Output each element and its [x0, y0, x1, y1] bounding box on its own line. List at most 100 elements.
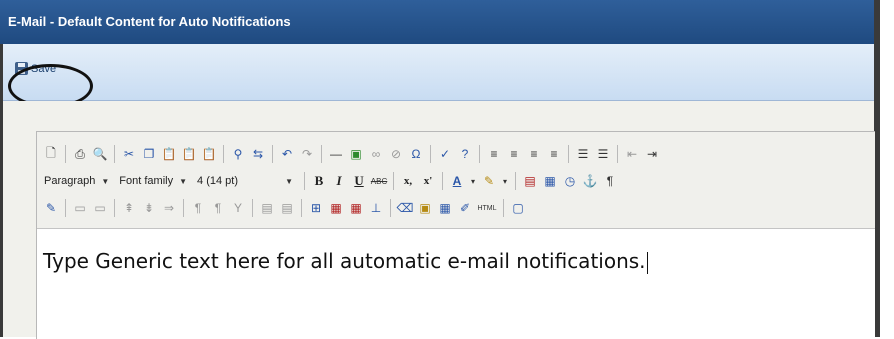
move-forward-icon[interactable]: ⇞	[121, 200, 137, 216]
separator	[304, 172, 306, 190]
outdent-icon[interactable]: ⇤	[624, 146, 640, 162]
pilcrow-icon[interactable]: ¶	[602, 173, 618, 189]
font-size-select[interactable]: 4 (14 pt) ▼	[194, 171, 296, 191]
insert-column-icon[interactable]: ⊥	[368, 200, 384, 216]
fullscreen-icon[interactable]: ▢	[510, 200, 526, 216]
toolbar-row-3: ✎ ▭ ▭ ⇞ ⇟ ⇒ ¶ ¶ Y ▤ ▤ ⊞ ▦ ▦ ⊥ ⌫ ▣ ▦ ✐ HT…	[41, 196, 528, 220]
delete-row-icon[interactable]: ▦	[348, 200, 364, 216]
separator	[617, 145, 618, 163]
print-icon[interactable]: ⎙	[72, 146, 88, 162]
editor-body[interactable]: Type Generic text here for all automatic…	[37, 228, 875, 339]
separator	[301, 199, 302, 217]
move-backward-icon[interactable]: ⇟	[141, 200, 157, 216]
copy-icon[interactable]: ❐	[141, 146, 157, 162]
spellcheck-icon[interactable]: ✓	[437, 146, 453, 162]
edit-css-icon[interactable]: ✎	[43, 200, 59, 216]
separator	[515, 172, 517, 190]
horizontal-rule-icon[interactable]: —	[328, 146, 344, 162]
insert-table-icon[interactable]: ⊞	[308, 200, 324, 216]
redo-icon[interactable]: ↷	[299, 146, 315, 162]
insert-row-icon[interactable]: ▦	[328, 200, 344, 216]
help-icon[interactable]: ?	[457, 146, 473, 162]
insert-media-icon[interactable]: ▤	[522, 173, 538, 189]
superscript-button[interactable]: x'	[420, 173, 436, 189]
row-props-icon[interactable]: ¶	[190, 200, 206, 216]
italic-button[interactable]: I	[331, 173, 347, 189]
insert-date-icon[interactable]: ▦	[542, 173, 558, 189]
separator	[223, 145, 224, 163]
style-props-icon[interactable]: Y	[230, 200, 246, 216]
link-icon[interactable]: ∞	[368, 146, 384, 162]
special-character-icon[interactable]: Ω	[408, 146, 424, 162]
separator	[272, 145, 273, 163]
align-left-icon[interactable]: ≡	[486, 146, 502, 162]
undo-icon[interactable]: ↶	[279, 146, 295, 162]
text-caret	[646, 251, 648, 274]
separator	[503, 199, 504, 217]
editor-text-content: Type Generic text here for all automatic…	[43, 249, 646, 273]
cut-icon[interactable]: ✂	[121, 146, 137, 162]
find-icon[interactable]: ⚲	[230, 146, 246, 162]
align-right-icon[interactable]: ≡	[526, 146, 542, 162]
numbered-list-icon[interactable]: ☰	[595, 146, 611, 162]
bold-button[interactable]: B	[311, 173, 327, 189]
separator	[114, 145, 115, 163]
paste-icon[interactable]: 📋	[161, 146, 177, 162]
absolute-position-icon[interactable]: ⇒	[161, 200, 177, 216]
visual-aid-icon[interactable]: ▦	[437, 200, 453, 216]
separator	[65, 199, 66, 217]
save-button-label: Save	[31, 62, 57, 75]
insert-time-icon[interactable]: ◷	[562, 173, 578, 189]
layer-properties-icon[interactable]: ▭	[92, 200, 108, 216]
cleanup-icon[interactable]: ⌫	[397, 200, 414, 216]
split-cells-icon[interactable]: ▤	[279, 200, 295, 216]
highlight-color-icon[interactable]: ✎	[481, 173, 497, 189]
cell-props-icon[interactable]: ¶	[210, 200, 226, 216]
subscript-button[interactable]: x,	[400, 173, 416, 189]
separator	[568, 145, 569, 163]
chevron-down-icon: ▼	[285, 176, 294, 186]
separator	[442, 172, 444, 190]
unlink-icon[interactable]: ⊘	[388, 146, 404, 162]
align-center-icon[interactable]: ≡	[506, 146, 522, 162]
align-justify-icon[interactable]: ≡	[546, 146, 562, 162]
separator	[65, 145, 66, 163]
floppy-disk-icon	[15, 62, 28, 75]
paste-text-icon[interactable]: 📋	[181, 146, 197, 162]
chevron-down-icon[interactable]: ▾	[469, 173, 477, 189]
save-button[interactable]: Save	[15, 62, 56, 75]
merge-cells-icon[interactable]: ▤	[259, 200, 275, 216]
toolbar-row-1: 🗋 ⎙ 🔍 ✂ ❐ 📋 📋 📋 ⚲ ⇆ ↶ ↷ — ▣ ∞ ⊘ Ω ✓ ? ≡ …	[41, 142, 662, 166]
separator	[252, 199, 253, 217]
action-bar: Save	[3, 44, 874, 101]
template-icon[interactable]: ▣	[417, 200, 433, 216]
underline-button[interactable]: U	[351, 173, 367, 189]
editor-text[interactable]: Type Generic text here for all automatic…	[43, 249, 648, 274]
strikethrough-button[interactable]: ABC	[371, 173, 387, 189]
toolbar-row-2: Paragraph ▼ Font family ▼ 4 (14 pt) ▼ B …	[41, 169, 620, 193]
preview-icon[interactable]: 🔍	[92, 146, 108, 162]
separator	[114, 199, 115, 217]
anchor-icon[interactable]: ⚓	[582, 173, 598, 189]
indent-icon[interactable]: ⇥	[644, 146, 660, 162]
separator	[321, 145, 322, 163]
rich-text-editor: 🗋 ⎙ 🔍 ✂ ❐ 📋 📋 📋 ⚲ ⇆ ↶ ↷ — ▣ ∞ ⊘ Ω ✓ ? ≡ …	[36, 131, 875, 339]
font-family-select[interactable]: Font family ▼	[116, 171, 190, 191]
bullet-list-icon[interactable]: ☰	[575, 146, 591, 162]
replace-icon[interactable]: ⇆	[250, 146, 266, 162]
chevron-down-icon: ▼	[179, 176, 188, 186]
format-select-value: Paragraph	[44, 175, 96, 187]
chevron-down-icon[interactable]: ▾	[501, 173, 509, 189]
insert-layer-icon[interactable]: ▭	[72, 200, 88, 216]
paste-word-icon[interactable]: 📋	[201, 146, 217, 162]
font-family-value: Font family	[119, 175, 174, 187]
remove-format-icon[interactable]: ✐	[457, 200, 473, 216]
chevron-down-icon: ▼	[101, 176, 110, 186]
text-color-icon[interactable]: A	[449, 173, 465, 189]
separator	[183, 199, 184, 217]
new-document-icon[interactable]: 🗋	[43, 146, 59, 162]
html-source-button[interactable]: HTML	[477, 200, 497, 216]
image-icon[interactable]: ▣	[348, 146, 364, 162]
window-title: E-Mail - Default Content for Auto Notifi…	[0, 0, 874, 44]
format-select[interactable]: Paragraph ▼	[41, 171, 112, 191]
